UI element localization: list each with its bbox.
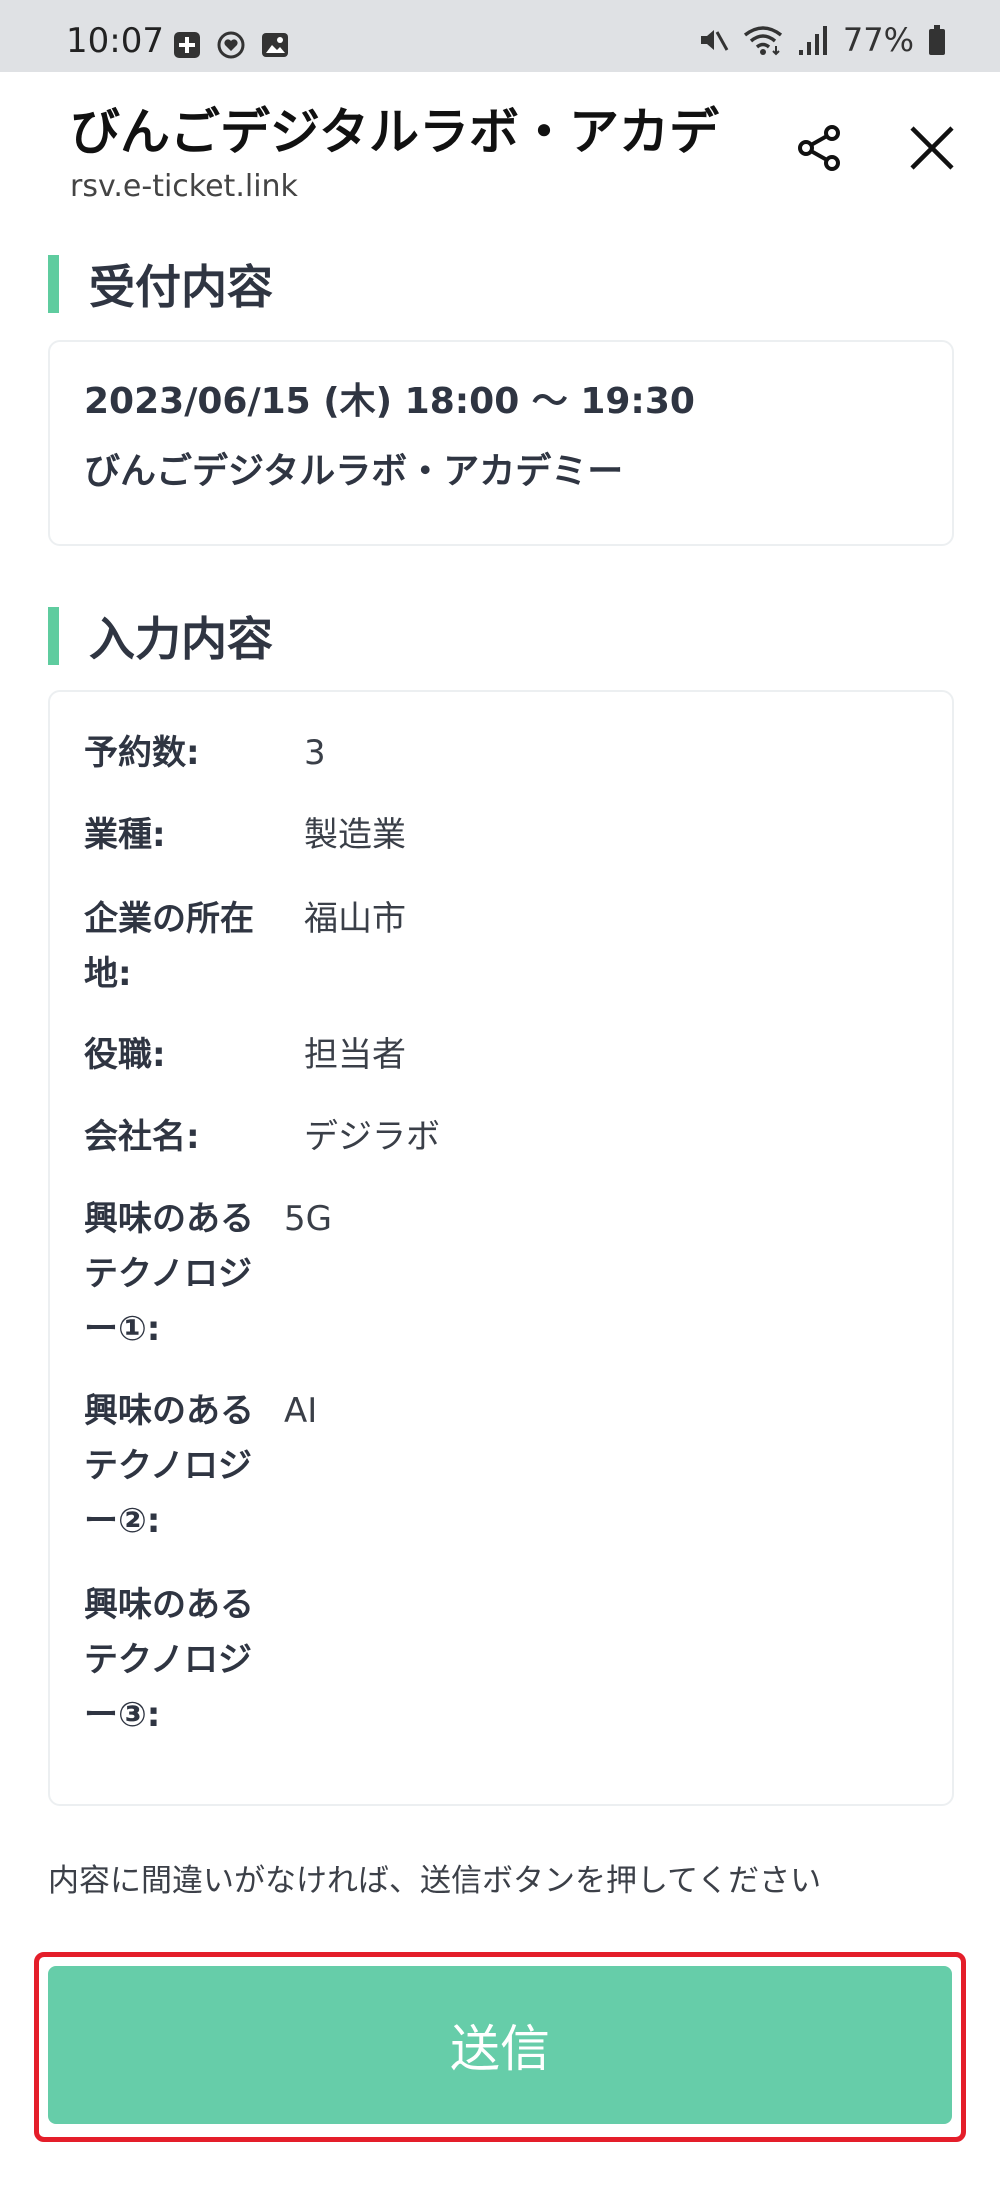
reception-heading: 受付内容 bbox=[48, 255, 273, 314]
input-heading: 入力内容 bbox=[48, 607, 273, 666]
row-value-position: 担当者 bbox=[304, 1035, 406, 1075]
row-label-position: 役職: bbox=[84, 1035, 166, 1075]
submit-button[interactable]: 送信 bbox=[48, 1966, 952, 2124]
battery-icon bbox=[929, 25, 945, 55]
row-label-company: 会社名: bbox=[84, 1117, 200, 1157]
close-icon[interactable] bbox=[902, 118, 962, 178]
status-icons-right: 77% bbox=[697, 24, 946, 56]
row-label-industry: 業種: bbox=[84, 815, 166, 855]
gallery-icon bbox=[262, 33, 288, 57]
page-title: びんごデジタルラボ・アカデ... bbox=[70, 104, 720, 161]
page-url: rsv.e-ticket.link bbox=[70, 169, 298, 204]
plus-box-icon bbox=[174, 32, 200, 58]
row-value-reservations: 3 bbox=[304, 733, 326, 773]
section-accent-bar bbox=[48, 255, 59, 313]
row-label-tech-2: 興味のあるテクノロジー②: bbox=[84, 1391, 254, 1541]
row-label-reservations: 予約数: bbox=[84, 733, 200, 773]
input-card: 予約数: 3 業種: 製造業 企業の所在地: 福山市 役職: 担当者 会社名: … bbox=[48, 690, 954, 1806]
reception-datetime: 2023/06/15 (木) 18:00 〜 19:30 bbox=[84, 381, 695, 422]
reception-card: 2023/06/15 (木) 18:00 〜 19:30 びんごデジタルラボ・ア… bbox=[48, 340, 954, 546]
row-value-company: デジラボ bbox=[304, 1117, 440, 1157]
row-value-tech-1: 5G bbox=[284, 1199, 332, 1239]
row-value-tech-2: AI bbox=[284, 1391, 318, 1431]
status-icons-left bbox=[172, 30, 290, 60]
signal-icon bbox=[798, 26, 827, 55]
mute-icon bbox=[700, 30, 729, 51]
section-accent-bar bbox=[48, 607, 59, 665]
row-label-tech-1: 興味のあるテクノロジー①: bbox=[84, 1199, 254, 1349]
row-value-location: 福山市 bbox=[304, 899, 406, 939]
status-bar: 10:07 77% bbox=[0, 0, 1000, 72]
confirmation-notice: 内容に間違いがなければ、送信ボタンを押してください bbox=[48, 1863, 822, 1899]
share-icon[interactable] bbox=[792, 120, 848, 176]
row-label-tech-3: 興味のあるテクノロジー③: bbox=[84, 1585, 254, 1735]
reception-event-name: びんごデジタルラボ・アカデミー bbox=[84, 451, 624, 492]
app-header: びんごデジタルラボ・アカデ... rsv.e-ticket.link bbox=[0, 72, 1000, 220]
row-value-industry: 製造業 bbox=[304, 815, 406, 855]
battery-percent: 77% bbox=[842, 21, 914, 59]
heart-circle-icon bbox=[217, 31, 245, 59]
row-label-location: 企業の所在地: bbox=[84, 899, 254, 994]
wifi-icon bbox=[743, 26, 782, 56]
status-time: 10:07 bbox=[66, 21, 164, 61]
reception-heading-text: 受付内容 bbox=[89, 260, 273, 314]
input-heading-text: 入力内容 bbox=[89, 612, 273, 666]
